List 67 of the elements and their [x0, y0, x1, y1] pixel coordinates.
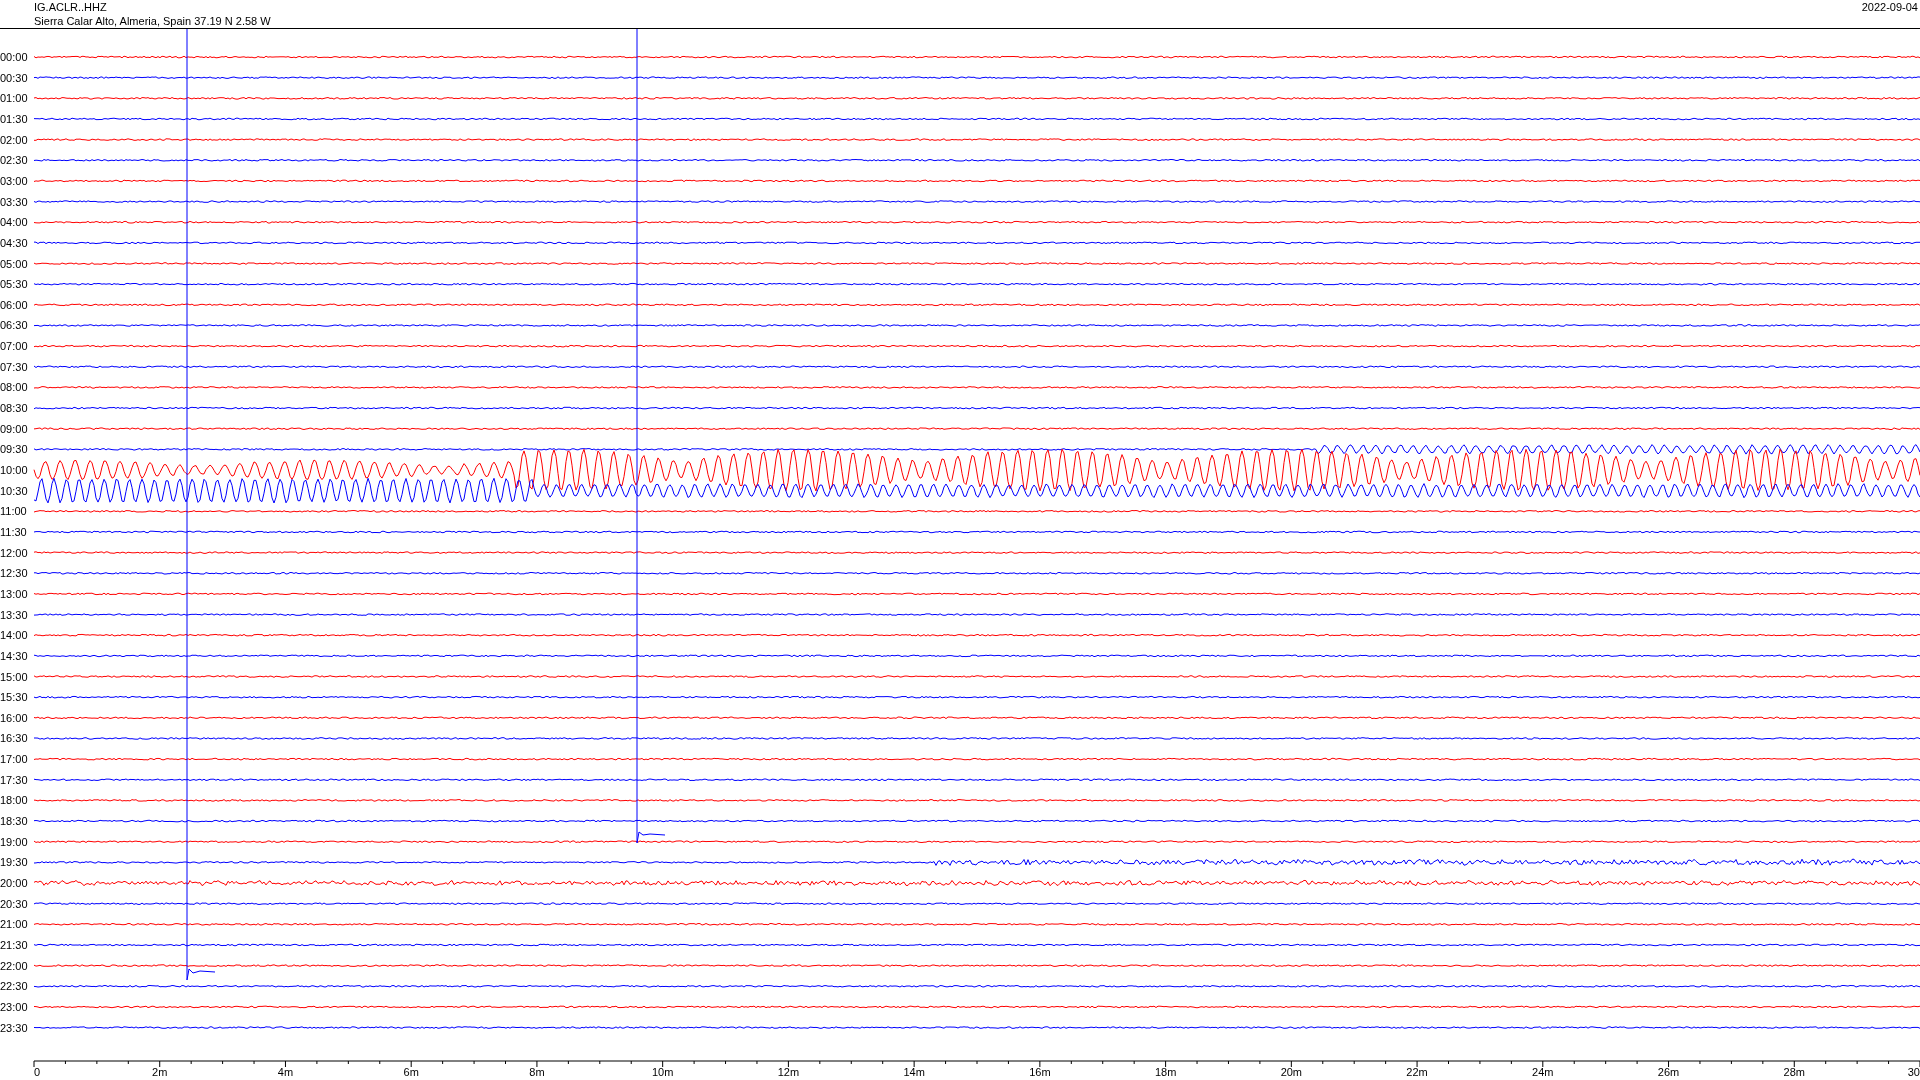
time-label: 05:00	[0, 257, 28, 270]
time-label: 08:30	[0, 402, 28, 415]
time-label: 22:00	[0, 959, 28, 972]
time-label: 01:00	[0, 92, 28, 105]
time-label: 07:00	[0, 340, 28, 353]
time-label: 03:30	[0, 195, 28, 208]
time-label: 11:00	[0, 505, 27, 518]
axis-tick-label: 26m	[1657, 1066, 1680, 1078]
time-label: 14:00	[0, 629, 28, 642]
time-label: 02:00	[0, 133, 28, 146]
time-label: 20:00	[0, 877, 28, 889]
time-label: 12:00	[0, 546, 28, 559]
time-label: 18:30	[0, 815, 28, 828]
station-location: Sierra Calar Alto, Almeria, Spain 37.19 N 2.58 W	[34, 14, 271, 28]
axis-tick-label: 22m	[1406, 1066, 1428, 1078]
axis-tick-label: 12m	[777, 1066, 800, 1078]
time-label: 18:00	[0, 794, 28, 807]
time-label: 11:30	[0, 525, 27, 538]
time-label: 20:30	[0, 897, 28, 910]
time-label: 23:00	[0, 1000, 28, 1013]
axis-tick-label: 24m	[1532, 1066, 1554, 1078]
axis-tick-label: 18m	[1154, 1066, 1177, 1078]
axis-tick-label: 6m	[403, 1066, 419, 1078]
axis-tick-label: 30	[1907, 1066, 1920, 1078]
time-label: 13:30	[0, 608, 28, 621]
time-label: 21:30	[0, 938, 28, 951]
time-label: 17:30	[0, 773, 28, 786]
axis-tick-label: 16m	[1029, 1066, 1051, 1078]
time-label: 07:30	[0, 360, 28, 373]
axis-tick-label: 0	[34, 1066, 41, 1078]
station-code: IG.ACLR..HHZ	[34, 0, 108, 14]
time-label: 19:30	[0, 856, 28, 869]
time-label: 10:00	[0, 464, 28, 476]
time-label: 06:00	[0, 298, 28, 311]
time-label: 23:30	[0, 1021, 28, 1034]
axis-tick-label: 14m	[903, 1066, 925, 1078]
time-label: 15:30	[0, 691, 28, 704]
time-label: 21:00	[0, 918, 28, 931]
time-label: 04:00	[0, 216, 28, 229]
time-label: 09:00	[0, 422, 28, 435]
time-label: 02:30	[0, 154, 28, 167]
time-label: 14:30	[0, 649, 28, 662]
time-label: 10:30	[0, 484, 28, 497]
axis-tick-label: 2m	[152, 1066, 168, 1078]
time-label: 17:00	[0, 753, 28, 766]
time-label: 13:00	[0, 587, 28, 600]
time-label: 16:00	[0, 711, 28, 724]
time-label: 09:30	[0, 443, 28, 456]
time-label: 00:00	[0, 51, 28, 63]
axis-tick-label: 8m	[529, 1066, 545, 1078]
time-label: 19:00	[0, 835, 28, 848]
axis-tick-label: 4m	[277, 1066, 294, 1078]
time-label: 00:30	[0, 71, 28, 84]
axis-tick-label: 10m	[651, 1066, 674, 1078]
time-label: 16:30	[0, 732, 28, 745]
time-label: 04:30	[0, 236, 28, 249]
time-label: 15:00	[0, 670, 28, 683]
time-label: 05:30	[0, 278, 28, 291]
plot-date: 2022-09-04	[1861, 0, 1919, 15]
time-label: 12:30	[0, 567, 28, 580]
time-label: 22:30	[0, 980, 28, 993]
axis-tick-label: 28m	[1783, 1066, 1805, 1078]
axis-tick-label: 20m	[1280, 1066, 1303, 1078]
time-label: 08:00	[0, 381, 28, 394]
time-label: 03:00	[0, 174, 28, 187]
time-label: 06:30	[0, 319, 28, 332]
time-label: 01:30	[0, 112, 28, 125]
